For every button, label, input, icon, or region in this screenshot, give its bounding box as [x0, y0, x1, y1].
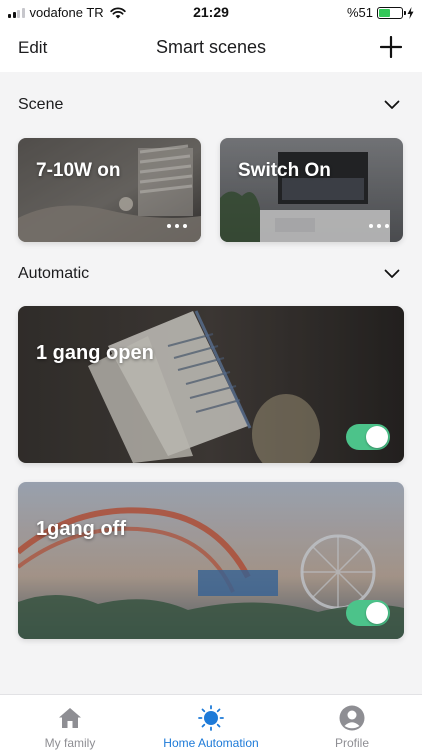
nav-bar: Edit Smart scenes	[0, 24, 422, 72]
status-right: %51	[347, 5, 414, 20]
tab-home-automation[interactable]: Home Automation	[141, 695, 281, 750]
toggle-knob	[366, 602, 388, 624]
toggle-knob	[366, 426, 388, 448]
chevron-down-icon[interactable]	[384, 269, 400, 279]
tab-label: Home Automation	[163, 736, 259, 750]
tab-profile[interactable]: Profile	[282, 695, 422, 750]
chevron-down-icon[interactable]	[384, 100, 400, 110]
battery-percent: %51	[346, 5, 373, 20]
tab-my-family[interactable]: My family	[0, 695, 140, 750]
plus-icon[interactable]	[380, 36, 402, 58]
more-dots-icon[interactable]	[167, 224, 187, 228]
scene-label: Switch On	[238, 160, 331, 181]
automation-card-1gang-off[interactable]: 1gang off	[18, 482, 404, 639]
home-icon	[59, 708, 81, 728]
automation-card-1-gang-open[interactable]: 1 gang open	[18, 306, 404, 463]
page-title: Smart scenes	[155, 37, 267, 57]
tab-bar: My family Home Automation Profile	[0, 694, 422, 750]
automation-label: 1 gang open	[36, 342, 154, 364]
charging-bolt-icon	[407, 6, 414, 19]
automation-toggle[interactable]	[346, 600, 390, 626]
tab-label: Profile	[334, 736, 369, 750]
battery-level	[379, 8, 391, 17]
tab-label: My family	[44, 736, 96, 750]
scene-label: 7-10W on	[36, 160, 121, 181]
battery-icon	[377, 6, 406, 19]
profile-icon	[339, 705, 365, 731]
automatic-section-title: Automatic	[18, 265, 90, 282]
automatic-section-header[interactable]: Automatic	[18, 265, 404, 287]
scene-section-header[interactable]: Scene	[18, 96, 404, 118]
status-bar: vodafone TR 21:29 %51	[0, 0, 422, 24]
scene-card-7-10w-on[interactable]: 7-10W on	[18, 138, 201, 242]
scene-section-title: Scene	[18, 96, 64, 113]
sun-icon	[198, 705, 224, 731]
automation-label: 1gang off	[36, 518, 126, 540]
automation-toggle[interactable]	[346, 424, 390, 450]
more-dots-icon[interactable]	[369, 224, 389, 228]
scene-card-switch-on[interactable]: Switch On	[220, 138, 403, 242]
